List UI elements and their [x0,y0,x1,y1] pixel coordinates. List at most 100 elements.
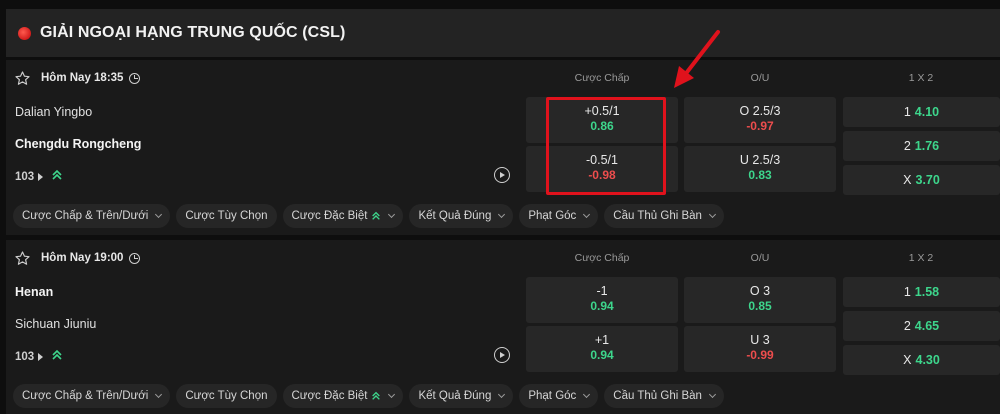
tab-corners[interactable]: Phạt Góc [519,204,599,228]
tab-correct-score[interactable]: Kết Quả Đúng [409,384,514,408]
chevron-down-icon [708,390,716,399]
handicap-away-odds[interactable]: +1 0.94 [526,326,678,372]
match-card: Hôm Nay 19:00 Cược Chấp O/U 1 X 2 Henan … [6,240,1000,414]
tab-label: Phạt Góc [528,210,577,222]
tab-correct-score[interactable]: Kết Quả Đúng [409,204,514,228]
odds-value: 4.30 [915,353,940,367]
odds-value: -0.99 [746,348,774,362]
clock-icon [129,72,141,84]
match-time-row: Hôm Nay 19:00 [14,248,141,268]
market-tabs: Cược Chấp & Trên/Dưới Cược Tùy Chọn Cược… [13,384,724,408]
tab-special-bets[interactable]: Cược Đặc Biệt [282,204,404,228]
odds-value: -0.97 [746,119,774,133]
stats-icon [371,391,381,401]
1x2-label: 1 [903,105,911,119]
chevron-down-icon [708,210,716,219]
1x2-label: 2 [903,319,911,333]
1x2-home-odds[interactable]: 1 4.10 [843,97,1000,127]
1x2-label: 2 [903,139,911,153]
tab-label: Cược Tùy Chọn [185,390,268,402]
odds-value: 0.94 [590,348,614,362]
away-team: Sichuan Jiuniu [15,317,97,331]
1x2-draw-odds[interactable]: X 3.70 [843,165,1000,195]
over-odds[interactable]: O 2.5/3 -0.97 [684,97,836,143]
tab-corners[interactable]: Phạt Góc [519,384,599,408]
tab-custom-bets[interactable]: Cược Tùy Chọn [176,204,277,228]
tab-label: Cược Tùy Chọn [185,210,268,222]
match-time: Hôm Nay 18:35 [41,72,124,84]
1x2-draw-odds[interactable]: X 4.30 [843,345,1000,375]
tab-label: Cược Đặc Biệt [291,390,368,402]
tab-label: Cược Đặc Biệt [291,210,368,222]
handicap-line: +0.5/1 [584,104,620,118]
handicap-line: +1 [594,333,610,347]
column-header-over-under: O/U [750,72,770,84]
play-icon[interactable] [494,167,510,183]
under-odds[interactable]: U 2.5/3 0.83 [684,146,836,192]
handicap-line: -0.5/1 [586,153,618,167]
stats-icon[interactable] [51,169,63,184]
odds-value: 1.76 [914,139,940,153]
1x2-label: 1 [903,285,911,299]
column-header-1x2: 1 X 2 [908,72,934,84]
home-team: Henan [15,285,54,299]
1x2-home-odds[interactable]: 1 1.58 [843,277,1000,307]
handicap-home-odds[interactable]: +0.5/1 0.86 [526,97,678,143]
chevron-down-icon [155,210,163,219]
tab-label: Cược Chấp & Trên/Dưới [22,390,149,402]
chevron-down-icon [388,210,396,219]
chevron-down-icon [155,390,163,399]
handicap-away-odds[interactable]: -0.5/1 -0.98 [526,146,678,192]
tab-label: Cầu Thủ Ghi Bàn [613,210,702,222]
tab-label: Phạt Góc [528,390,577,402]
over-line: O 3 [749,284,771,298]
star-icon[interactable] [14,70,31,87]
match-time: Hôm Nay 19:00 [41,252,124,264]
odds-value: 4.65 [914,319,940,333]
chevron-down-icon [498,210,506,219]
more-markets-link[interactable]: 103 [15,169,63,184]
tab-label: Kết Quả Đúng [418,210,492,222]
market-tabs: Cược Chấp & Trên/Dưới Cược Tùy Chọn Cược… [13,204,724,228]
odds-value: 0.85 [748,299,772,313]
stats-icon[interactable] [51,349,63,364]
caret-right-icon [38,172,44,181]
match-time-row: Hôm Nay 18:35 [14,68,141,88]
1x2-label: X [903,173,912,187]
more-markets-link[interactable]: 103 [15,349,63,364]
column-header-handicap: Cược Chấp [574,252,630,264]
tab-special-bets[interactable]: Cược Đặc Biệt [282,384,404,408]
tab-goalscorer[interactable]: Cầu Thủ Ghi Bàn [604,204,724,228]
tab-goalscorer[interactable]: Cầu Thủ Ghi Bàn [604,384,724,408]
over-line: O 2.5/3 [739,104,781,118]
tab-handicap-over-under[interactable]: Cược Chấp & Trên/Dưới [13,384,171,408]
more-markets-count: 103 [15,350,35,363]
stats-icon [371,211,381,221]
under-odds[interactable]: U 3 -0.99 [684,326,836,372]
tab-custom-bets[interactable]: Cược Tùy Chọn [176,384,277,408]
play-icon[interactable] [494,347,510,363]
tab-label: Kết Quả Đúng [418,390,492,402]
home-team: Dalian Yingbo [15,105,93,119]
star-icon[interactable] [14,250,31,267]
clock-icon [129,252,141,264]
handicap-line: -1 [596,284,608,298]
league-title: GIẢI NGOẠI HẠNG TRUNG QUỐC (CSL) [40,24,346,41]
tab-label: Cầu Thủ Ghi Bàn [613,390,702,402]
odds-value: 4.10 [914,105,940,119]
1x2-away-odds[interactable]: 2 1.76 [843,131,1000,161]
league-header[interactable]: GIẢI NGOẠI HẠNG TRUNG QUỐC (CSL) [6,9,1000,57]
chevron-down-icon [583,390,591,399]
over-odds[interactable]: O 3 0.85 [684,277,836,323]
chevron-down-icon [583,210,591,219]
column-header-handicap: Cược Chấp [574,72,630,84]
odds-value: 0.94 [590,299,614,313]
match-card: Hôm Nay 18:35 Cược Chấp O/U 1 X 2 Dalian… [6,60,1000,235]
tab-handicap-over-under[interactable]: Cược Chấp & Trên/Dưới [13,204,171,228]
odds-value: 0.86 [590,119,614,133]
odds-value: 1.58 [914,285,940,299]
1x2-away-odds[interactable]: 2 4.65 [843,311,1000,341]
away-team: Chengdu Rongcheng [15,137,142,151]
1x2-label: X [903,353,912,367]
handicap-home-odds[interactable]: -1 0.94 [526,277,678,323]
